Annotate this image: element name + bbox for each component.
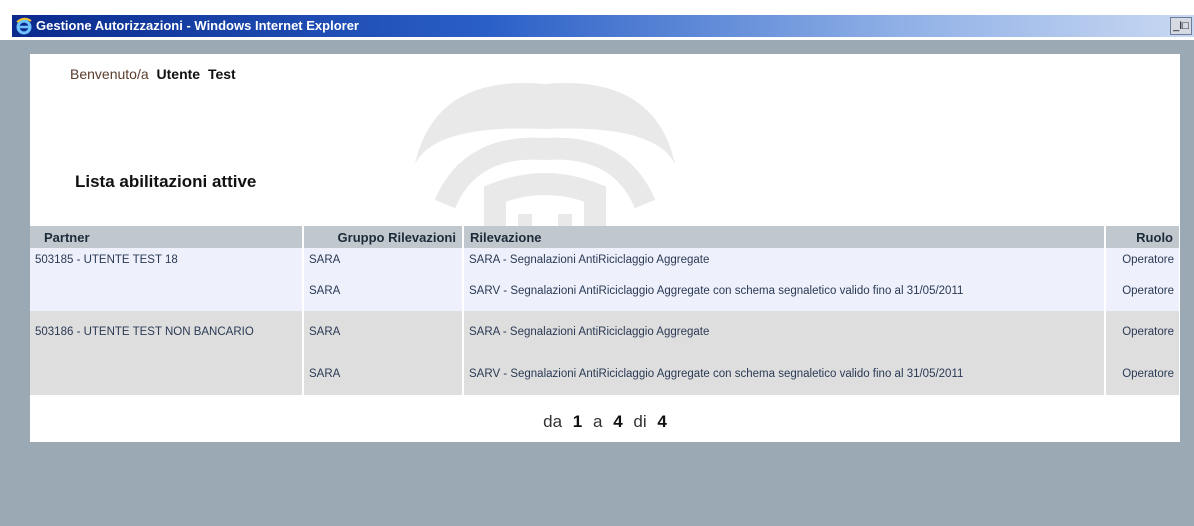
window-controls[interactable]: _I□: [1170, 17, 1192, 35]
pagination: da 1 a 4 di 4: [30, 412, 1180, 432]
column-header-partner: Partner: [30, 226, 304, 248]
table-row[interactable]: SARA SARV - Segnalazioni AntiRiciclaggio…: [30, 353, 1180, 395]
welcome-prefix: Benvenuto/a: [70, 66, 149, 82]
table-row[interactable]: 503186 - UTENTE TEST NON BANCARIO SARA S…: [30, 311, 1180, 353]
cell-partner: [30, 353, 304, 395]
cell-rilevazione: SARA - Segnalazioni AntiRiciclaggio Aggr…: [463, 311, 1106, 353]
cell-gruppo: SARA: [303, 353, 464, 395]
cell-gruppo: SARA: [303, 248, 464, 271]
cell-ruolo: Operatore: [1105, 248, 1180, 271]
cell-ruolo: Operatore: [1105, 271, 1180, 311]
cell-gruppo: SARA: [303, 311, 464, 353]
column-header-ruolo: Ruolo: [1105, 226, 1180, 248]
table-row[interactable]: SARA SARV - Segnalazioni AntiRiciclaggio…: [30, 271, 1180, 311]
cell-rilevazione: SARV - Segnalazioni AntiRiciclaggio Aggr…: [463, 271, 1106, 311]
cell-ruolo: Operatore: [1105, 353, 1180, 395]
pager-da: da: [543, 412, 563, 431]
pager-to: 4: [613, 412, 623, 431]
pager-from: 1: [572, 412, 583, 431]
window-title: Gestione Autorizzazioni - Windows Intern…: [36, 18, 359, 33]
authorizations-table: Partner Gruppo Rilevazioni Rilevazione R…: [30, 226, 1180, 395]
user-last-name: Test: [207, 66, 236, 82]
table-row[interactable]: 503185 - UTENTE TEST 18 SARA SARA - Segn…: [30, 248, 1180, 271]
welcome-message: Benvenuto/a Utente Test: [70, 66, 236, 82]
cell-partner: 503186 - UTENTE TEST NON BANCARIO: [30, 311, 304, 353]
cell-rilevazione: SARV - Segnalazioni AntiRiciclaggio Aggr…: [463, 353, 1106, 395]
list-title: Lista abilitazioni attive: [75, 172, 257, 191]
column-header-gruppo: Gruppo Rilevazioni: [303, 226, 464, 248]
internet-explorer-icon: [15, 17, 33, 35]
cell-ruolo: Operatore: [1105, 311, 1180, 353]
pager-di: di: [633, 412, 647, 431]
column-header-rilevazione: Rilevazione: [463, 226, 1106, 248]
user-first-name: Utente: [156, 66, 201, 82]
cell-rilevazione: SARA - Segnalazioni AntiRiciclaggio Aggr…: [463, 248, 1106, 271]
cell-partner: 503185 - UTENTE TEST 18: [30, 248, 304, 271]
main-panel: Benvenuto/a Utente Test Lista abilitazio…: [30, 54, 1180, 442]
window-titlebar: Gestione Autorizzazioni - Windows Intern…: [0, 0, 1194, 40]
cell-gruppo: SARA: [303, 271, 464, 311]
pager-total: 4: [657, 412, 667, 431]
cell-partner: [30, 271, 304, 311]
table-header-row: Partner Gruppo Rilevazioni Rilevazione R…: [30, 226, 1180, 248]
pager-a: a: [593, 412, 603, 431]
